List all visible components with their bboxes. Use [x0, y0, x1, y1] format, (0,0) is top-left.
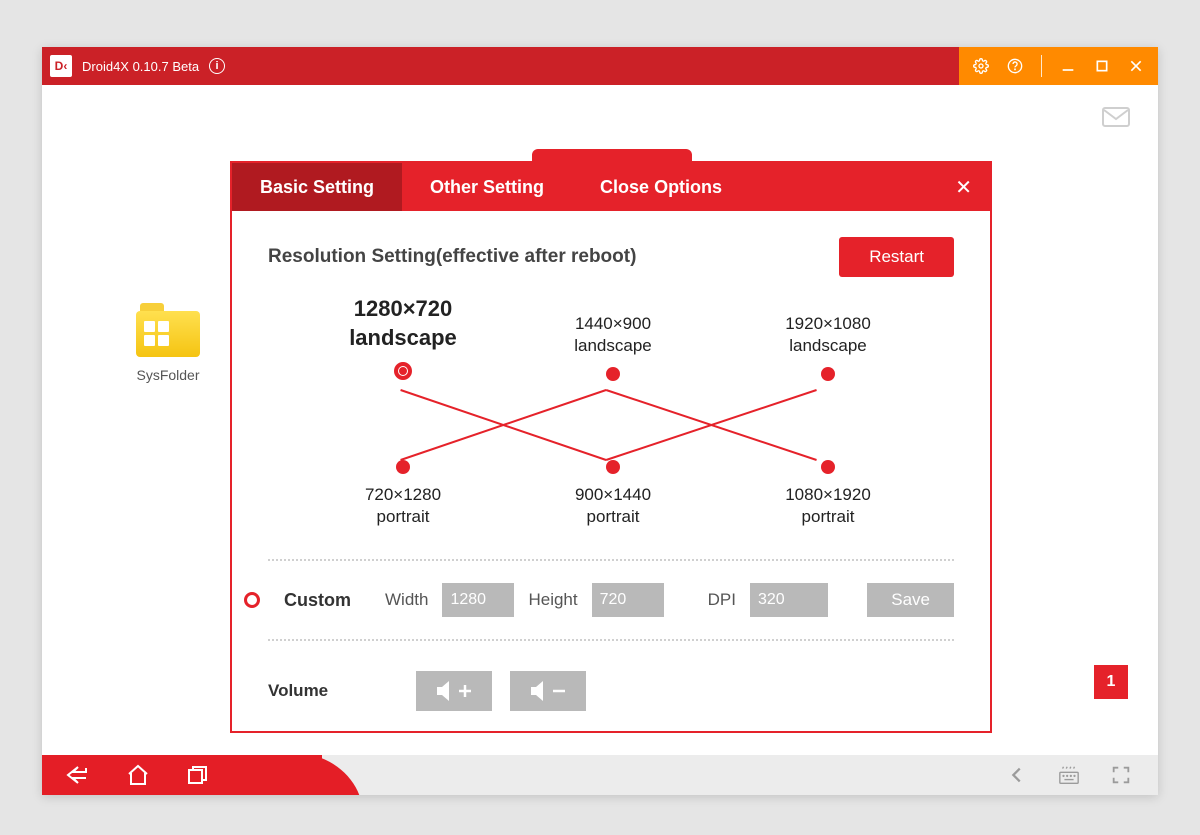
resolution-node-icon — [821, 367, 835, 381]
resolution-option-1440x900[interactable]: 1440×900landscape — [548, 313, 678, 391]
restart-button[interactable]: Restart — [839, 237, 954, 277]
resolution-option-900x1440[interactable]: 900×1440portrait — [548, 450, 678, 528]
home-icon[interactable] — [126, 763, 150, 787]
resolution-option-1280x720[interactable]: 1280×720landscape — [338, 295, 468, 390]
resolution-picker: 1280×720landscape 1440×900landscape 1920… — [288, 295, 934, 543]
titlebar-divider — [1041, 55, 1042, 77]
save-button[interactable]: Save — [867, 583, 954, 617]
maximize-icon[interactable] — [1094, 58, 1110, 74]
volume-label: Volume — [268, 681, 398, 701]
settings-dialog: Basic Setting Other Setting Close Option… — [230, 161, 992, 733]
width-label: Width — [385, 590, 428, 610]
tab-close-options[interactable]: Close Options — [572, 163, 750, 211]
resolution-option-720x1280[interactable]: 720×1280portrait — [338, 450, 468, 528]
mail-icon[interactable] — [1102, 107, 1130, 127]
bottombar-nav — [42, 755, 322, 795]
custom-resolution-row: Custom Width Height DPI Save — [268, 577, 954, 623]
dialog-tab-handle — [532, 149, 692, 163]
width-input[interactable] — [442, 583, 514, 617]
desktop-folder[interactable]: SysFolder — [136, 303, 200, 383]
content-area: SysFolder 1 Basic Setting Other Setting … — [42, 85, 1158, 755]
app-logo-icon: D‹ — [50, 55, 72, 77]
custom-label: Custom — [284, 590, 351, 611]
bottombar — [42, 755, 1158, 795]
keyboard-icon[interactable] — [1058, 764, 1080, 786]
resolution-option-1080x1920[interactable]: 1080×1920portrait — [763, 450, 893, 528]
bottombar-right — [1006, 764, 1158, 786]
dialog-body: Resolution Setting(effective after reboo… — [232, 211, 990, 731]
recent-apps-icon[interactable] — [186, 763, 210, 787]
help-icon[interactable] — [1007, 58, 1023, 74]
app-window: D‹ Droid4X 0.10.7 Beta i — [42, 47, 1158, 795]
tab-other-setting[interactable]: Other Setting — [402, 163, 572, 211]
folder-icon — [136, 303, 200, 357]
resolution-node-icon — [394, 362, 412, 380]
height-label: Height — [528, 590, 577, 610]
resolution-node-icon — [821, 460, 835, 474]
fullscreen-icon[interactable] — [1110, 764, 1132, 786]
volume-row: Volume — [268, 657, 954, 711]
dpi-input[interactable] — [750, 583, 828, 617]
info-icon[interactable]: i — [209, 58, 225, 74]
close-window-icon[interactable] — [1128, 58, 1144, 74]
notification-badge[interactable]: 1 — [1094, 665, 1128, 699]
settings-gear-icon[interactable] — [973, 58, 989, 74]
volume-down-button[interactable] — [510, 671, 586, 711]
dpi-label: DPI — [708, 590, 736, 610]
custom-radio[interactable] — [244, 592, 260, 608]
chevron-left-icon[interactable] — [1006, 764, 1028, 786]
back-icon[interactable] — [66, 763, 90, 787]
separator — [268, 559, 954, 561]
titlebar: D‹ Droid4X 0.10.7 Beta i — [42, 47, 1158, 85]
app-title: Droid4X 0.10.7 Beta — [82, 59, 199, 74]
folder-label: SysFolder — [136, 367, 200, 383]
resolution-node-icon — [606, 367, 620, 381]
separator — [268, 639, 954, 641]
volume-up-button[interactable] — [416, 671, 492, 711]
resolution-node-icon — [396, 460, 410, 474]
dialog-close-icon[interactable]: ✕ — [937, 163, 990, 211]
titlebar-right-controls — [959, 47, 1158, 85]
dialog-header: Basic Setting Other Setting Close Option… — [232, 163, 990, 211]
resolution-option-1920x1080[interactable]: 1920×1080landscape — [763, 313, 893, 391]
tab-basic-setting[interactable]: Basic Setting — [232, 163, 402, 211]
resolution-section-title: Resolution Setting(effective after reboo… — [268, 246, 636, 268]
height-input[interactable] — [592, 583, 664, 617]
minimize-icon[interactable] — [1060, 58, 1076, 74]
resolution-node-icon — [606, 460, 620, 474]
